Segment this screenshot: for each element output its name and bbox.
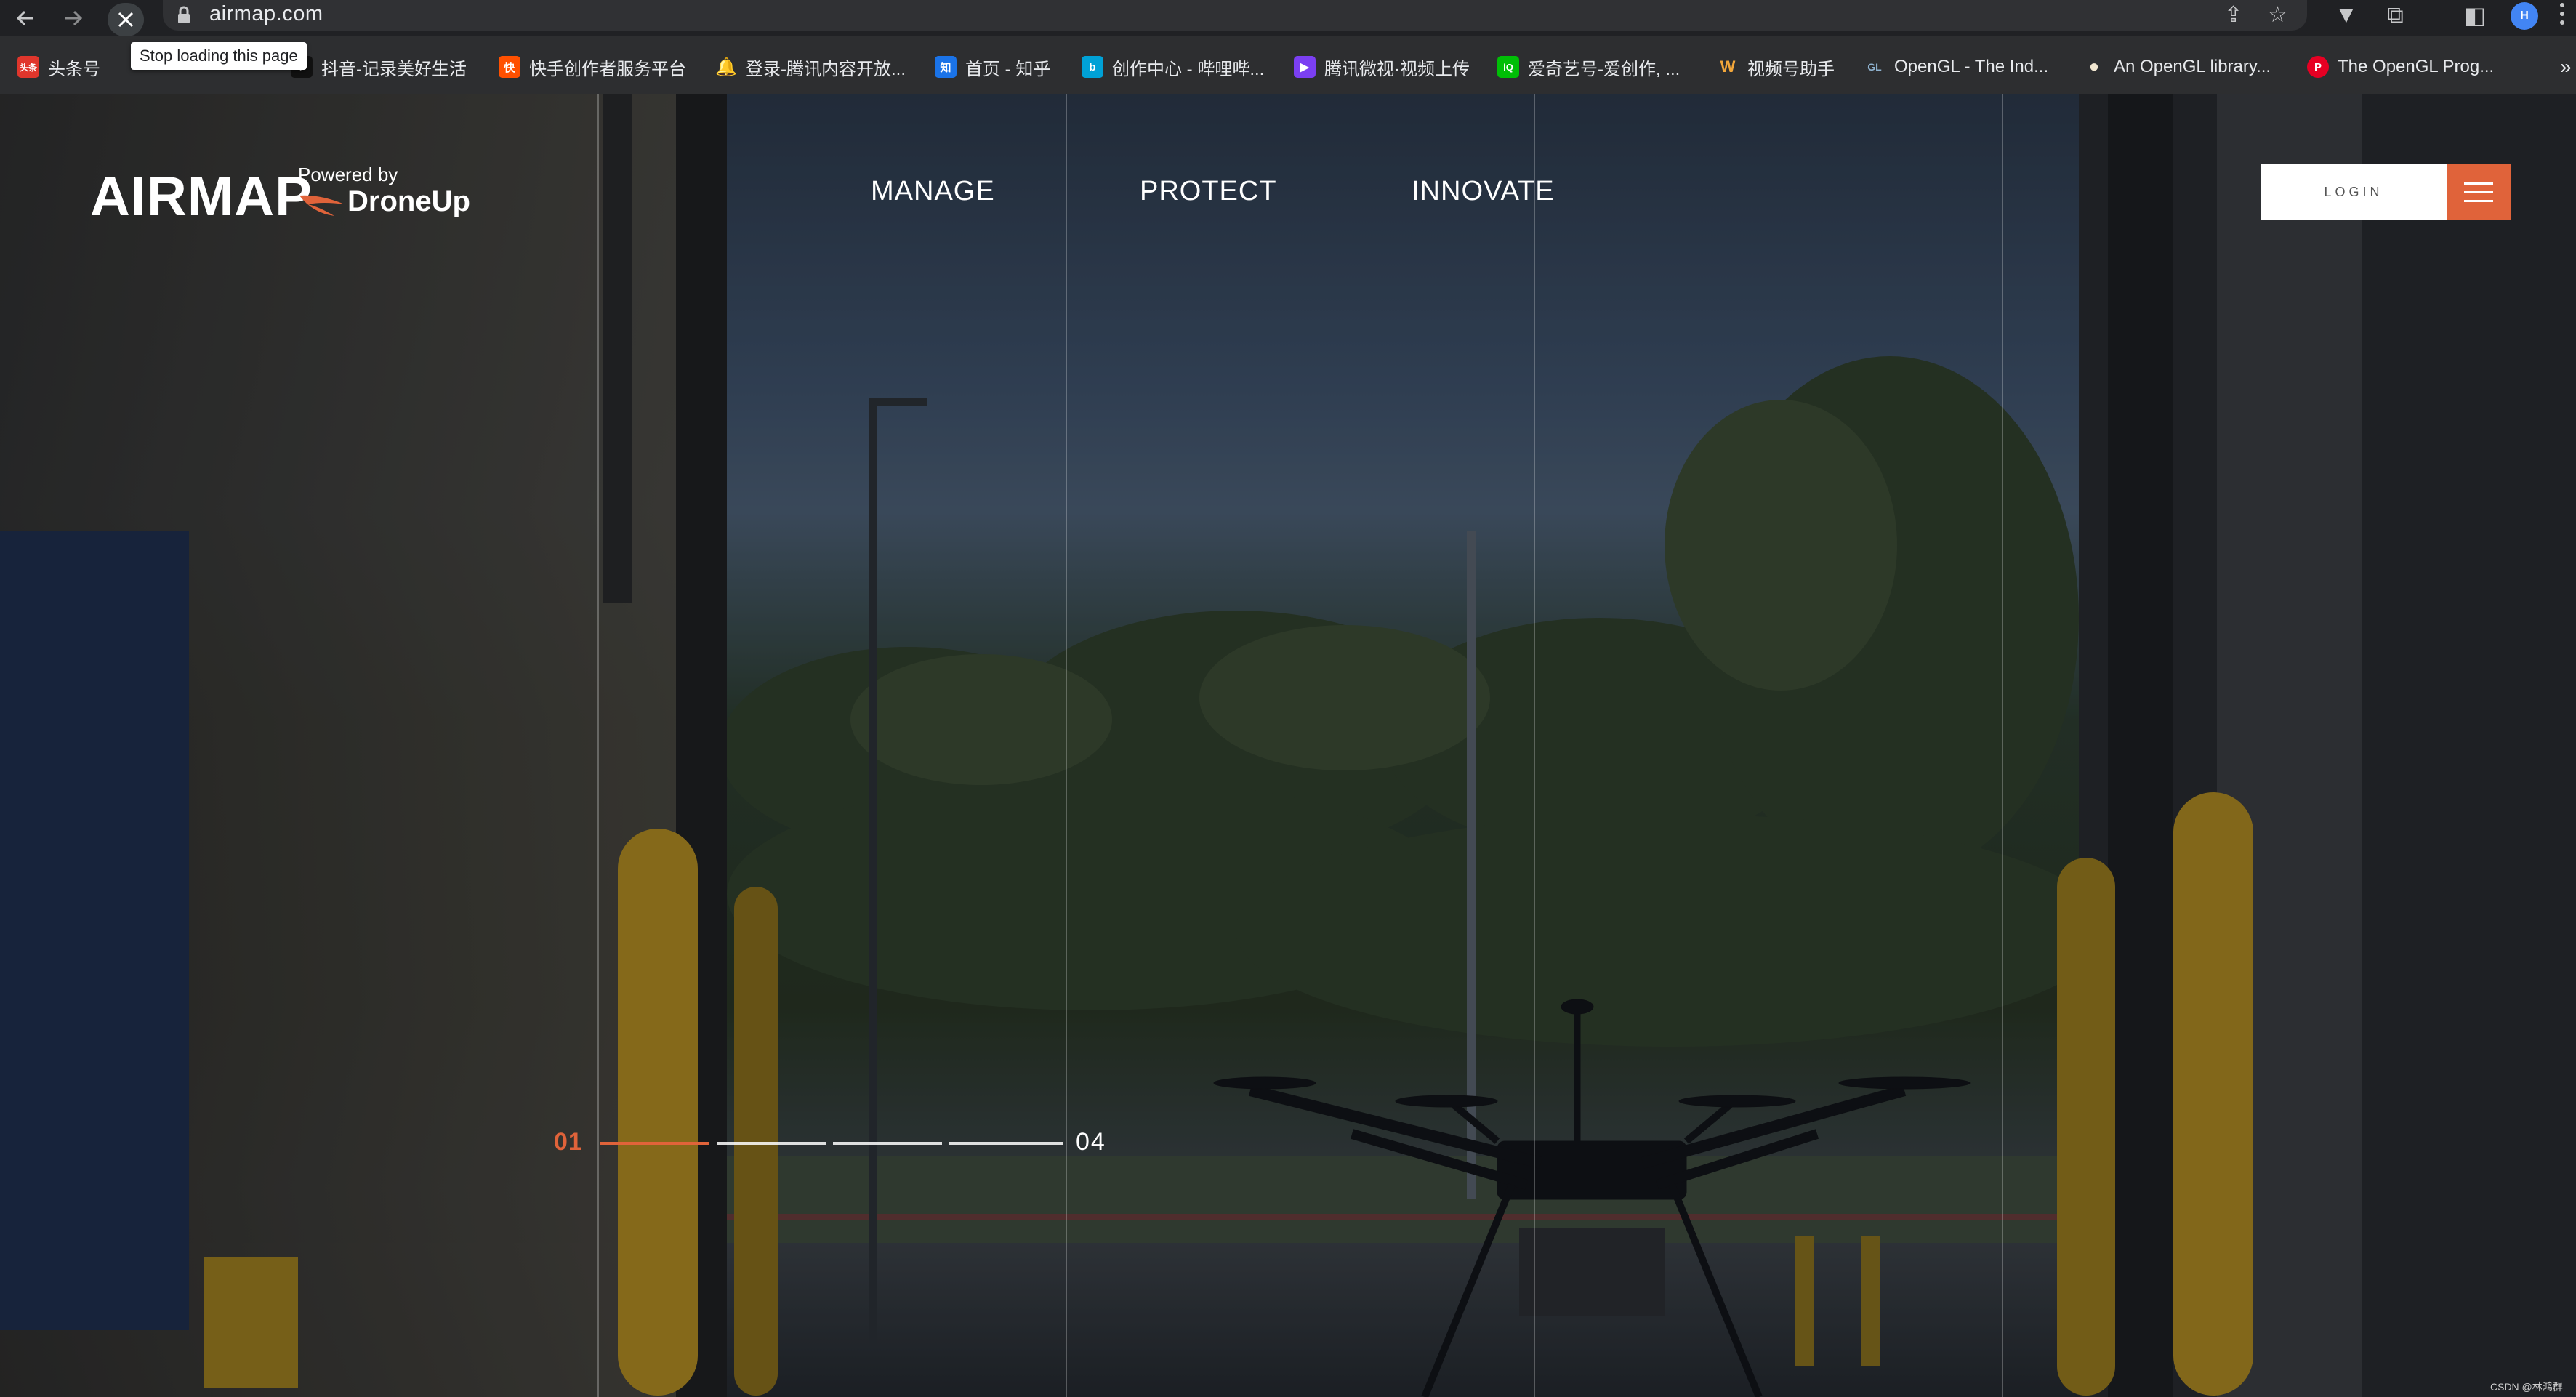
address-bar[interactable]: airmap.com ⇪ ☆ — [163, 0, 2307, 31]
nav-protect[interactable]: PROTECT — [1140, 176, 1277, 207]
menu-button[interactable] — [2447, 164, 2511, 220]
puzzle-icon[interactable]: ⧉ — [2387, 1, 2404, 29]
bookmark-item[interactable]: 头条 头条号 — [17, 54, 100, 80]
zhihu-icon: 知 — [935, 56, 957, 78]
bookmark-item[interactable]: ▶ 腾讯微视·视频上传 — [1294, 54, 1470, 80]
bookmark-item[interactable]: W 视频号助手 — [1717, 54, 1835, 80]
login-button[interactable]: LOGIN — [2261, 164, 2447, 220]
grid-line — [597, 94, 599, 1397]
wechat-channels-icon: W — [1720, 57, 1736, 76]
bookmark-item[interactable]: GL OpenGL - The Ind... — [1864, 54, 2048, 80]
powered-by-text: Powered by — [298, 164, 398, 185]
forward-button[interactable] — [58, 3, 89, 33]
kebab-menu-icon[interactable] — [2560, 3, 2566, 25]
url-text: airmap.com — [209, 2, 323, 25]
stop-loading-tooltip: Stop loading this page — [131, 42, 307, 70]
grid-line — [2002, 94, 2003, 1397]
kuaishou-icon: 快 — [499, 56, 520, 78]
bookmark-item[interactable]: 知 首页 - 知乎 — [935, 54, 1050, 80]
nav-innovate[interactable]: INNOVATE — [1412, 176, 1555, 207]
slide-progress-segment[interactable] — [949, 1142, 1063, 1145]
arrow-left-icon — [16, 10, 33, 26]
lock-icon — [178, 6, 190, 23]
opengl-programming-icon: P — [2307, 56, 2329, 78]
bilibili-icon: b — [1082, 56, 1103, 78]
side-panel-icon[interactable]: ◧ — [2464, 1, 2486, 29]
bookmarks-overflow-icon[interactable]: » — [2560, 55, 2572, 78]
toutiao-icon: 头条 — [17, 56, 39, 78]
bookmark-item[interactable]: 快 快手创作者服务平台 — [499, 54, 686, 80]
opengl-icon: GL — [1867, 61, 1882, 73]
logo-wordmark: AIRMAP — [90, 166, 313, 228]
droneup-brand: DroneUp — [347, 185, 470, 217]
close-icon — [118, 12, 134, 28]
arrow-right-icon — [65, 10, 83, 26]
watermark-text: CSDN @林鸿群 — [2490, 1381, 2563, 1393]
bookmark-item[interactable]: ● An OpenGL library... — [2083, 54, 2271, 80]
slide-progress-segment[interactable] — [717, 1142, 826, 1145]
droneup-swoosh-icon — [299, 195, 345, 216]
browser-toolbar: airmap.com ⇪ ☆ ▼ ⧉ ◧ H — [0, 0, 2576, 36]
slide-total-number: 04 — [1076, 1128, 1106, 1156]
bell-icon: 🔔 — [715, 57, 737, 77]
hero-background-image — [0, 94, 2576, 1397]
slide-progress-segment-active[interactable] — [600, 1142, 709, 1145]
star-icon[interactable]: ☆ — [2268, 2, 2287, 28]
iqiyi-icon: iQ — [1497, 56, 1519, 78]
bookmarks-bar: 头条 头条号 ♪ 抖音-记录美好生活 快 快手创作者服务平台 🔔 登录-腾讯内容… — [0, 36, 2576, 94]
browser-window: airmap.com ⇪ ☆ ▼ ⧉ ◧ H 头条 头条号 ♪ 抖音-记录美好生… — [0, 0, 2576, 1397]
stop-loading-button[interactable] — [108, 3, 144, 36]
cloud-icon: ● — [2088, 57, 2100, 76]
bookmark-item[interactable]: iQ 爱奇艺号-爱创作, ... — [1497, 54, 1680, 80]
extension-v-icon[interactable]: ▼ — [2335, 1, 2358, 28]
bookmark-item[interactable]: ♪ 抖音-记录美好生活 — [291, 54, 467, 80]
hero-section: AIRMAP Powered by DroneUp MANAGE PROTECT… — [0, 94, 2576, 1397]
bookmark-item[interactable]: P The OpenGL Prog... — [2307, 54, 2494, 80]
grid-line — [1066, 94, 1067, 1397]
share-icon[interactable]: ⇪ — [2224, 2, 2242, 28]
weishi-icon: ▶ — [1294, 56, 1316, 78]
slide-progress-segment[interactable] — [833, 1142, 942, 1145]
grid-line — [1534, 94, 1535, 1397]
bookmark-item[interactable]: 🔔 登录-腾讯内容开放... — [715, 54, 906, 80]
back-button[interactable] — [10, 3, 41, 33]
slide-current-number: 01 — [554, 1128, 583, 1156]
profile-avatar[interactable]: H — [2511, 2, 2538, 30]
hamburger-menu-icon — [2464, 182, 2493, 202]
nav-manage[interactable]: MANAGE — [871, 176, 995, 207]
bookmark-item[interactable]: b 创作中心 - 哔哩哔... — [1082, 54, 1264, 80]
